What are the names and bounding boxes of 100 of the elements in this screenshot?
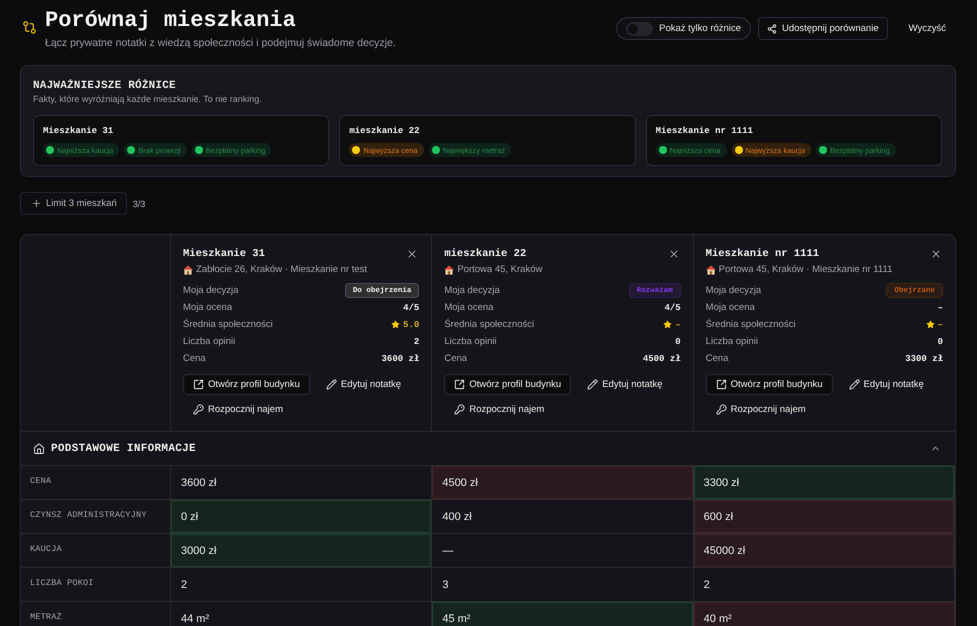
page-subtitle: Łącz prywatne notatki z wiedzą społeczności i podejmuj świadome decyzje. xyxy=(45,36,396,50)
limit-button[interactable]: Limit 3 mieszkań xyxy=(20,192,127,215)
card-title: Mieszkanie 31 xyxy=(43,125,114,137)
home-icon xyxy=(33,442,45,454)
panel-subtitle: Fakty, które wyróżniają każde mieszkanie. To nie ranking. xyxy=(33,93,263,106)
value-cell: — xyxy=(432,533,694,567)
external-link-icon xyxy=(716,379,727,390)
value-cell: 45000 zł xyxy=(694,533,955,567)
detail-label: Cena xyxy=(444,353,468,364)
value-cell: 3 xyxy=(432,567,694,601)
value-cell: 600 zł xyxy=(694,499,955,533)
value-cell: 40 m² xyxy=(694,601,955,626)
status-dot-icon xyxy=(819,146,828,154)
value-cell: 44 m² xyxy=(171,601,432,626)
star-icon xyxy=(391,320,400,329)
edit-note-button[interactable]: Edytuj notatkę xyxy=(577,374,672,395)
open-profile-button[interactable]: Otwórz profil budynku xyxy=(444,374,572,395)
key-icon xyxy=(454,404,466,415)
pencil-icon xyxy=(587,379,598,390)
detail-label: Moja decyzja xyxy=(706,285,762,296)
star-icon xyxy=(926,320,935,329)
status-dot-icon xyxy=(46,146,54,154)
toggle-switch[interactable] xyxy=(626,22,654,36)
value-cell: 45 m² xyxy=(432,601,694,626)
detail-label: Moja decyzja xyxy=(444,285,500,296)
detail-label: Moja decyzja xyxy=(183,285,238,296)
apartment-title: Mieszkanie nr 1111 xyxy=(706,247,820,261)
section-title: PODSTAWOWE INFORMACJE xyxy=(51,442,197,454)
value-cell: 3300 zł xyxy=(694,465,955,499)
share-button[interactable]: Udostępnij porównanie xyxy=(758,17,888,40)
rating-value: – xyxy=(675,320,681,330)
house-icon xyxy=(706,264,716,274)
clear-button[interactable]: Wyczyść xyxy=(894,17,956,40)
house-icon xyxy=(444,264,454,274)
edit-note-button[interactable]: Edytuj notatkę xyxy=(838,374,934,395)
detail-label: Cena xyxy=(706,353,728,364)
close-icon xyxy=(930,248,942,260)
value-cell: 3600 zł xyxy=(171,465,432,499)
key-icon xyxy=(193,404,204,415)
detail-label: Średnia społeczności xyxy=(706,319,796,330)
row-label: LICZBA POKOI xyxy=(21,567,171,601)
detail-value: 3300 zł xyxy=(905,354,943,364)
apartment-address: Zabłocie 26, Kraków · Mieszkanie nr test xyxy=(196,263,368,276)
pencil-icon xyxy=(326,379,337,390)
edit-note-button[interactable]: Edytuj notatkę xyxy=(316,374,412,395)
detail-value: 0 xyxy=(938,336,943,346)
detail-label: Moja ocena xyxy=(444,302,494,313)
start-rental-button[interactable]: Rozpocznij najem xyxy=(444,399,554,420)
detail-label: Moja ocena xyxy=(183,302,232,313)
open-profile-button[interactable]: Otwórz profil budynku xyxy=(183,374,310,395)
value-cell: 2 xyxy=(171,567,432,601)
status-dot-icon xyxy=(658,146,667,154)
row-label: KAUCJA xyxy=(21,533,171,567)
value-cell: 2 xyxy=(694,567,955,601)
house-icon xyxy=(183,264,193,274)
detail-value: – xyxy=(938,302,943,312)
open-profile-button[interactable]: Otwórz profil budynku xyxy=(706,374,833,395)
detail-label: Liczba opinii xyxy=(183,336,236,347)
detail-value: 3600 zł xyxy=(382,354,420,364)
detail-value: 0 xyxy=(675,336,681,346)
close-icon xyxy=(668,248,680,260)
card-title: mieszkanie 22 xyxy=(349,125,421,137)
status-dot-icon xyxy=(352,146,360,154)
detail-label: Liczba opinii xyxy=(706,336,758,347)
rating-value: – xyxy=(938,320,943,330)
key-icon xyxy=(716,404,727,415)
start-rental-button[interactable]: Rozpocznij najem xyxy=(706,399,816,420)
detail-value: 2 xyxy=(414,336,420,346)
git-compare-icon xyxy=(22,20,37,35)
detail-label: Cena xyxy=(183,353,206,364)
external-link-icon xyxy=(193,379,204,390)
detail-value: 4/5 xyxy=(664,302,681,312)
row-label: METRAŻ xyxy=(21,601,171,626)
status-dot-icon xyxy=(432,146,440,154)
row-label: CENA xyxy=(21,465,171,499)
star-icon xyxy=(663,320,672,329)
status-dot-icon xyxy=(734,146,743,154)
toggle-label: Pokaż tylko różnice xyxy=(659,23,741,34)
apartment-title: mieszkanie 22 xyxy=(444,247,526,261)
start-rental-button[interactable]: Rozpocznij najem xyxy=(183,399,293,420)
close-icon xyxy=(406,248,418,260)
panel-title: NAJWAŻNIEJSZE RÓŻNICE xyxy=(33,79,177,93)
detail-label: Liczba opinii xyxy=(444,336,497,347)
plus-icon xyxy=(31,198,42,209)
page-title: Porównaj mieszkania xyxy=(45,7,297,35)
detail-label: Średnia społeczności xyxy=(444,319,534,330)
value-cell: 0 zł xyxy=(171,499,432,533)
value-cell: 4500 zł xyxy=(432,465,694,499)
diff-toggle[interactable]: Pokaż tylko różnice xyxy=(616,17,751,40)
apartment-title: Mieszkanie 31 xyxy=(183,247,265,261)
value-cell: 400 zł xyxy=(432,499,694,533)
limit-count: 3/3 xyxy=(132,198,146,208)
apartment-address: Portowa 45, Kraków xyxy=(457,263,542,276)
rating-value: 5.0 xyxy=(403,320,420,330)
value-cell: 3000 zł xyxy=(171,533,432,567)
share-icon xyxy=(766,24,777,34)
apartment-address: Portowa 45, Kraków · Mieszkanie nr 1111 xyxy=(718,263,892,276)
external-link-icon xyxy=(454,379,466,390)
detail-label: Średnia społeczności xyxy=(183,319,273,330)
detail-value: 4500 zł xyxy=(642,354,681,364)
